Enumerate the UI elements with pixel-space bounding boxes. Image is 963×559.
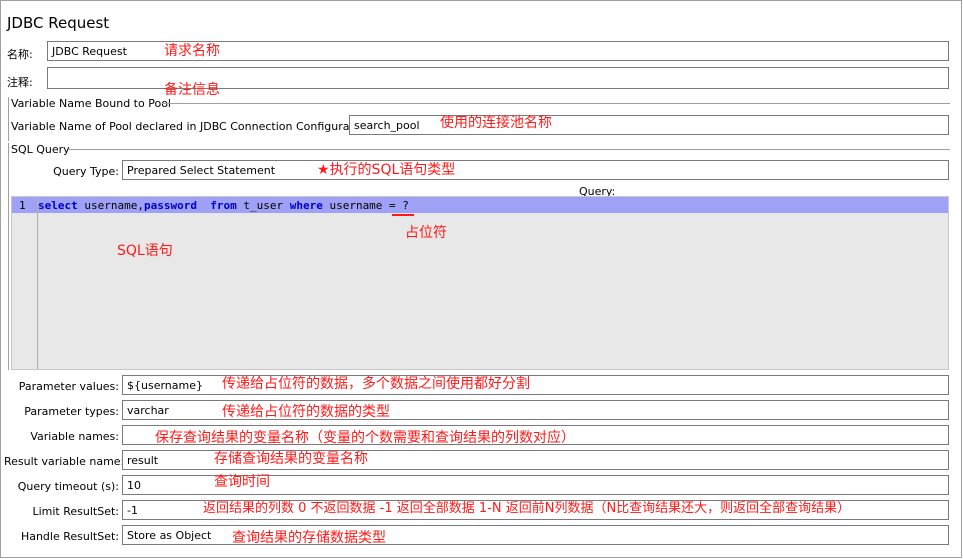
name-label: 名称: xyxy=(7,48,33,61)
pool-input[interactable]: search_pool xyxy=(349,115,949,135)
sql-text: username = ? xyxy=(322,199,409,212)
sql-keyword: where xyxy=(289,199,323,212)
line-number: 1 xyxy=(19,199,26,212)
limit-resultset-label: Limit ResultSet: xyxy=(32,505,119,518)
name-annotation: 请求名称 xyxy=(164,43,220,59)
sql-keyword: select xyxy=(38,199,78,212)
result-variable-name-label: Result variable name: xyxy=(4,455,125,468)
sql-text: t_user xyxy=(236,199,290,212)
limit-resultset-annotation: 返回结果的列数 0 不返回数据 -1 返回全部数据 1-N 返回前N列数据（N比… xyxy=(203,501,851,516)
sql-editor[interactable] xyxy=(11,196,949,370)
sql-group-title: SQL Query xyxy=(11,143,70,156)
query-type-annotation: ★执行的SQL语句类型 xyxy=(317,159,455,179)
parameter-values-annotation: 传递给占位符的数据，多个数据之间使用都好分割 xyxy=(222,376,530,392)
pool-group-border xyxy=(8,97,9,141)
editor-gutter-divider xyxy=(37,197,38,369)
sql-keyword: from xyxy=(210,199,237,212)
sql-group-border-top xyxy=(68,149,950,150)
parameter-values-label: Parameter values: xyxy=(18,380,119,393)
comment-label: 注释: xyxy=(7,76,33,89)
placeholder-underline xyxy=(392,214,414,216)
parameter-types-label: Parameter types: xyxy=(24,405,119,418)
parameter-types-annotation: 传递给占位符的数据的类型 xyxy=(222,404,390,420)
query-type-annotation-text: 执行的SQL语句类型 xyxy=(329,162,456,178)
variable-names-annotation: 保存查询结果的变量名称（变量的个数需要和查询结果的列数对应） xyxy=(155,430,575,446)
query-type-select[interactable]: Prepared Select Statement xyxy=(122,160,949,180)
pool-annotation: 使用的连接池名称 xyxy=(440,115,552,131)
variable-names-label: Variable names: xyxy=(30,430,119,443)
handle-resultset-label: Handle ResultSet: xyxy=(20,530,119,543)
query-timeout-annotation: 查询时间 xyxy=(214,474,270,490)
pool-label: Variable Name of Pool declared in JDBC C… xyxy=(11,120,375,133)
query-type-label: Query Type: xyxy=(53,165,119,178)
sql-annotation: SQL语句 xyxy=(117,243,173,259)
query-timeout-label: Query timeout (s): xyxy=(17,480,119,493)
pool-group-border-top xyxy=(162,103,950,104)
page-title: JDBC Request xyxy=(7,14,110,32)
star-icon: ★ xyxy=(317,162,330,178)
sql-text: username, xyxy=(77,199,144,212)
pool-group-title: Variable Name Bound to Pool xyxy=(11,97,171,110)
comment-annotation: 备注信息 xyxy=(164,82,220,98)
handle-resultset-annotation: 查询结果的存储数据类型 xyxy=(232,530,386,546)
sql-keyword: password xyxy=(143,199,197,212)
sql-code-line[interactable]: select username,password from t_user whe… xyxy=(38,199,409,212)
sql-group-border xyxy=(8,143,9,370)
result-variable-name-annotation: 存储查询结果的变量名称 xyxy=(214,451,368,467)
placeholder-annotation: 占位符 xyxy=(405,225,447,241)
